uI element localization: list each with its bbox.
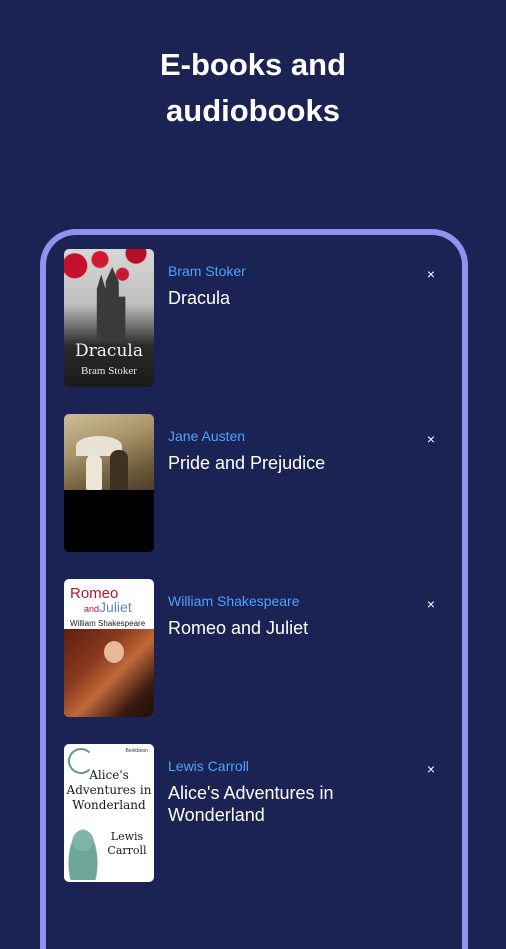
book-cover-alice[interactable]: Bookboon Alice's Adventures in Wonderlan… xyxy=(64,744,154,882)
cover-author: Lewis Carroll xyxy=(107,830,147,857)
cover-title: andJuliet xyxy=(84,599,132,615)
frog-art xyxy=(66,824,100,880)
cover-title: Dracula xyxy=(75,341,143,361)
phone-frame: Dracula Bram Stoker Bram Stoker Dracula … xyxy=(40,229,468,949)
book-cover-romeo-and-juliet[interactable]: Romeo andJuliet William Shakespeare xyxy=(64,579,154,717)
book-author: William Shakespeare xyxy=(168,593,300,609)
book-title[interactable]: Dracula xyxy=(168,287,428,309)
cover-publisher: Bookboon xyxy=(125,748,148,754)
figure-art xyxy=(86,454,102,490)
book-item-alice[interactable]: Bookboon Alice's Adventures in Wonderlan… xyxy=(64,744,456,884)
headline-line-1: E-books and xyxy=(159,47,346,82)
book-author: Lewis Carroll xyxy=(168,758,249,774)
cover-author: William Shakespeare xyxy=(70,619,146,628)
cover-and: and xyxy=(84,604,100,614)
book-title[interactable]: Pride and Prejudice xyxy=(168,452,428,474)
book-author: Jane Austen xyxy=(168,428,246,444)
book-author: Bram Stoker xyxy=(168,263,246,279)
remove-book-icon[interactable]: × xyxy=(422,430,440,448)
remove-book-icon[interactable]: × xyxy=(422,265,440,283)
headline-line-2: audiobooks xyxy=(166,93,340,128)
figure-art xyxy=(110,450,128,490)
book-title[interactable]: Alice's Adventures in Wonderland xyxy=(168,782,428,826)
book-item-romeo-and-juliet[interactable]: Romeo andJuliet William Shakespeare Will… xyxy=(64,579,456,719)
cover-author: Bram Stoker xyxy=(81,365,137,377)
book-item-dracula[interactable]: Dracula Bram Stoker Bram Stoker Dracula … xyxy=(64,249,456,389)
cover-title-2: Juliet xyxy=(99,599,132,615)
remove-book-icon[interactable]: × xyxy=(422,595,440,613)
book-cover-dracula[interactable]: Dracula Bram Stoker xyxy=(64,249,154,387)
face-art xyxy=(104,641,124,663)
headline: E-books and audiobooks xyxy=(0,42,506,134)
book-cover-pride-and-prejudice[interactable] xyxy=(64,414,154,552)
cover-title: Alice's Adventures in Wonderland xyxy=(66,768,152,812)
book-title[interactable]: Romeo and Juliet xyxy=(168,617,428,639)
remove-book-icon[interactable]: × xyxy=(422,760,440,778)
book-item-pride-and-prejudice[interactable]: Jane Austen Pride and Prejudice × xyxy=(64,414,456,554)
